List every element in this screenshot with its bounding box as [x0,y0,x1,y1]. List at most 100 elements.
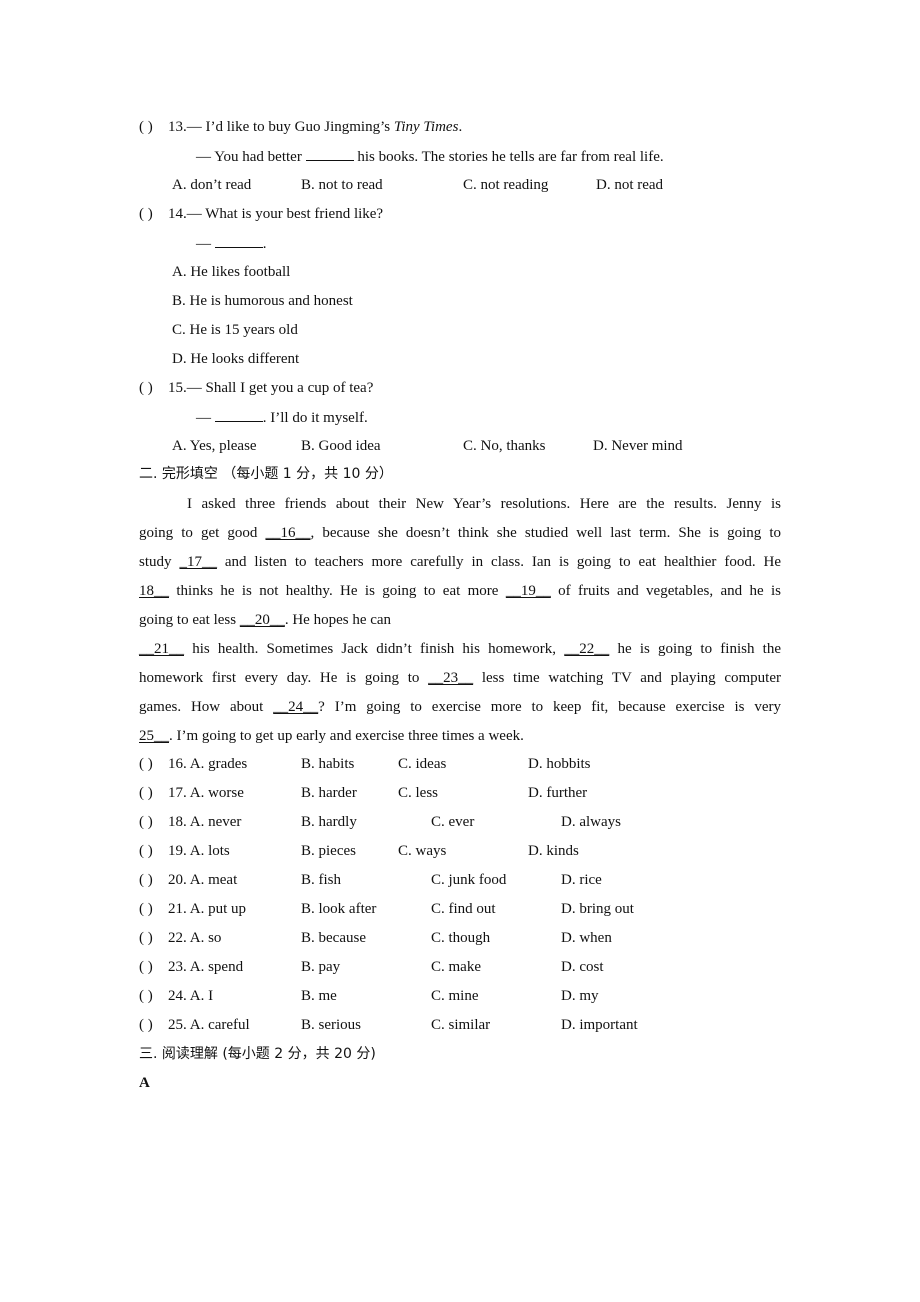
passage-line-1: I asked three friends about their New Ye… [187,496,781,512]
answer-paren[interactable]: ( ) [139,117,153,137]
question-14-option-d: D. He looks different [172,351,300,367]
option-d: D. hobbits [528,756,591,772]
option-b: B. pay [301,959,341,975]
passage-line-3: study _17__ and listen to teachers more … [139,554,781,570]
option-a: A. spend [189,959,244,975]
option-d: D. important [561,1017,638,1033]
question-number-option-a: 25. A. careful [168,1017,250,1033]
passage-line-9: 25__. I’m going to get up early and exer… [139,728,524,744]
question-stem: 15.— Shall I get you a cup of tea? [168,380,374,396]
option-c: C. make [431,959,481,975]
blank-25: 25__ [139,728,169,744]
option-d: D. bring out [561,901,634,917]
question-number-option-a: 24. A. I [168,988,214,1004]
answer-paren[interactable]: ( ) [139,754,153,774]
option-c: C. ever [431,814,475,830]
answer-paren[interactable]: ( ) [139,783,153,803]
option-c: C. junk food [431,872,507,888]
option-a: A. careful [189,1017,250,1033]
passage-line-8: games. How about __24__? I’m going to ex… [139,699,782,715]
question-15-reply: — . I’ll do it myself. [196,407,368,428]
option-d: D. always [561,814,621,830]
answer-paren[interactable]: ( ) [139,986,153,1006]
option-b: B. look after [301,901,377,917]
option-c: C. ideas [398,756,447,772]
question-14-option-c: C. He is 15 years old [172,322,298,338]
option-b: B. harder [301,785,357,801]
answer-paren[interactable]: ( ) [139,957,153,977]
option-b: B. hardly [301,814,357,830]
passage-line-5: going to eat less __20__. He hopes he ca… [139,612,392,628]
blank-21: __21__ [139,641,184,657]
option-a: A. put up [189,901,246,917]
question-number-option-a: 17. A. worse [168,785,244,801]
option-c: C. not reading [463,177,549,193]
question-14-reply: — . [196,233,267,254]
answer-blank [214,407,263,422]
option-b: B. Good idea [301,438,381,454]
question-number-option-a: 22. A. so [168,930,222,946]
question-number-option-a: 16. A. grades [168,756,248,772]
question-stem: 13.— I’d like to buy Guo Jingming’s Tiny… [168,119,463,135]
option-c: C. find out [431,901,496,917]
answer-paren[interactable]: ( ) [139,841,153,861]
passage-line-7: homework first every day. He is going to… [139,670,781,686]
option-b: B. serious [301,1017,361,1033]
section-2-heading: 二. 完形填空 （每小题 1 分，共 10 分） [139,466,393,482]
blank-20: __20__ [239,612,285,628]
answer-paren[interactable]: ( ) [139,204,153,224]
option-b: B. habits [301,756,355,772]
section-3-subheading: A [139,1075,150,1091]
option-c: C. ways [398,843,447,859]
answer-paren[interactable]: ( ) [139,1015,153,1035]
blank-16: __16__ [265,525,311,541]
answer-blank [305,146,354,161]
option-c: C. less [398,785,439,801]
option-b: B. because [301,930,366,946]
option-d: D. rice [561,872,602,888]
blank-22: __22__ [564,641,610,657]
blank-19: __19__ [505,583,551,599]
answer-paren[interactable]: ( ) [139,870,153,890]
option-a: A. never [189,814,242,830]
option-d: D. not read [596,177,664,193]
question-number-option-a: 21. A. put up [168,901,246,917]
option-a: A. meat [189,872,238,888]
option-b: B. fish [301,872,342,888]
option-c: C. though [431,930,491,946]
question-13-reply: — You had better his books. The stories … [196,146,664,167]
option-d: D. Never mind [593,438,683,454]
option-b: B. pieces [301,843,356,859]
answer-paren[interactable]: ( ) [139,928,153,948]
blank-23: __23__ [428,670,474,686]
option-a: A. worse [189,785,244,801]
question-14-option-a: A. He likes football [172,264,291,280]
answer-paren[interactable]: ( ) [139,812,153,832]
question-number-option-a: 23. A. spend [168,959,244,975]
passage-line-6: __21__ his health. Sometimes Jack didn’t… [139,641,781,657]
passage-line-2: going to get good __16__, because she do… [139,525,781,541]
option-a: A. so [189,930,222,946]
option-c: C. mine [431,988,479,1004]
option-d: D. my [561,988,599,1004]
blank-18: 18__ [139,583,169,599]
answer-blank [214,233,263,248]
answer-paren[interactable]: ( ) [139,378,153,398]
question-14-option-b: B. He is humorous and honest [172,293,353,309]
option-b: B. me [301,988,337,1004]
passage-line-4: 18__ thinks he is not healthy. He is goi… [139,583,781,599]
blank-24: __24__ [273,699,319,715]
option-d: D. cost [561,959,604,975]
option-c: C. No, thanks [463,438,546,454]
question-number-option-a: 20. A. meat [168,872,238,888]
option-a: A. don’t read [172,177,252,193]
option-a: A. I [189,988,214,1004]
option-d: D. when [561,930,612,946]
blank-17: _17__ [179,554,217,570]
question-number-option-a: 18. A. never [168,814,242,830]
question-number-option-a: 19. A. lots [168,843,230,859]
option-a: A. lots [189,843,230,859]
option-d: D. further [528,785,588,801]
option-a: A. Yes, please [172,438,257,454]
answer-paren[interactable]: ( ) [139,899,153,919]
